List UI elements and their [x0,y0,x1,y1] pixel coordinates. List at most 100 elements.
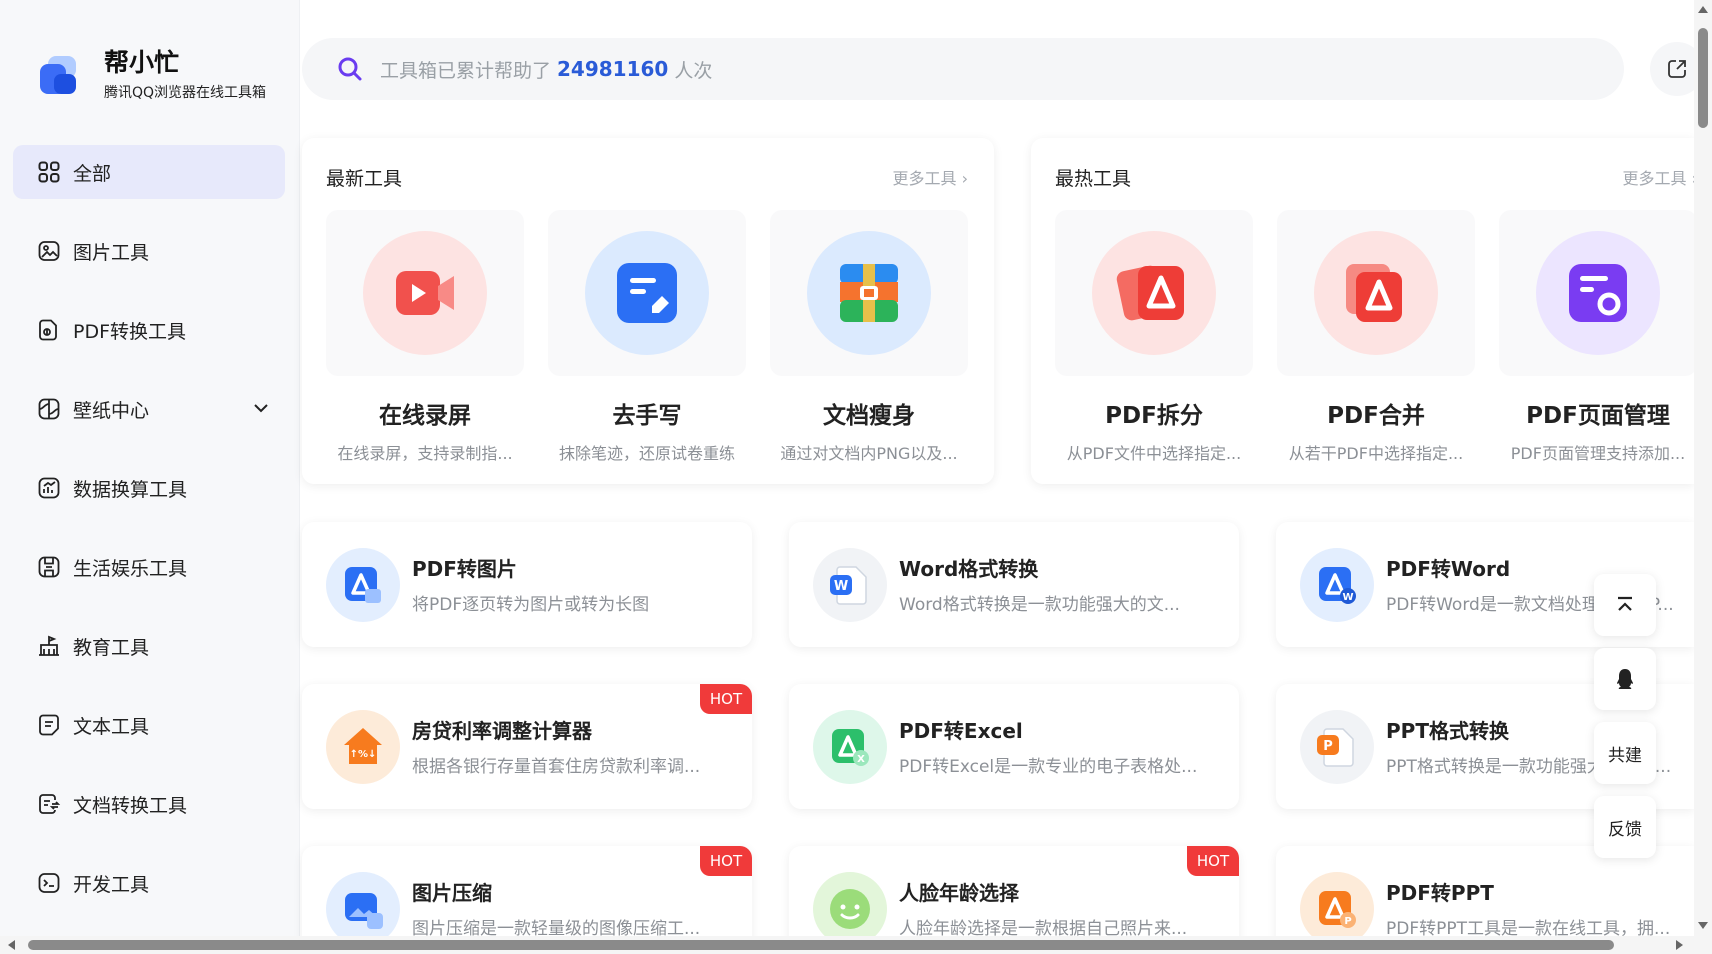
tool-name: Word格式转换 [899,557,1039,581]
screen-record-icon [363,231,487,355]
horizontal-scrollbar[interactable] [0,936,1712,954]
sidebar-item-education[interactable]: 教育工具 [13,619,285,673]
tool-name: PPT格式转换 [1386,719,1509,743]
game-icon [37,555,61,579]
chart-icon [37,476,61,500]
sidebar-item-pdf-tools[interactable]: PDF转换工具 [13,303,285,357]
scroll-up-arrow-icon[interactable] [1698,6,1708,13]
scroll-right-arrow-icon[interactable] [1676,940,1683,950]
terminal-icon [37,871,61,895]
sidebar-item-label: 图片工具 [73,241,150,264]
usage-count: 24981160 [557,57,669,81]
image-icon [37,239,61,263]
sidebar-item-label: 壁纸中心 [73,399,150,422]
feature-tool-desc: PDF页面管理支持添加... [1510,444,1686,463]
sidebar-item-doc-conversion[interactable]: 文档转换工具 [13,777,285,831]
feature-tool-card[interactable]: 在线录屏 在线录屏，支持录制指... [316,210,534,464]
tool-desc: 根据各银行存量首套住房贷款利率调... [412,757,701,777]
feature-tool-name: 去手写 [612,403,682,429]
feature-tool-name: PDF拆分 [1105,403,1203,429]
word-icon: W [813,548,887,622]
feature-tool-name: PDF合并 [1327,403,1425,429]
back-to-top-button[interactable] [1594,574,1656,636]
tool-card[interactable]: HOT ↑%↓ 房贷利率调整计算器 根据各银行存量首套住房贷款利率调... [302,684,752,809]
tool-name: 人脸年龄选择 [899,881,1019,905]
svg-text:P: P [1344,916,1351,927]
tool-name: PDF转Excel [899,719,1023,743]
pdf-to-word-icon: W [1300,548,1374,622]
tool-name: PDF转PPT [1386,881,1494,905]
qq-contact-button[interactable] [1594,648,1656,710]
svg-text:↑%↓: ↑%↓ [350,749,377,760]
pdf-page-manage-icon [1536,231,1660,355]
erase-handwriting-icon [585,231,709,355]
search-prefix: 工具箱已累计帮助了 [380,59,552,82]
tool-desc: 将PDF逐页转为图片或转为长图 [412,595,650,615]
sidebar-item-wallpaper[interactable]: 壁纸中心 [13,382,285,436]
scroll-down-arrow-icon[interactable] [1698,922,1708,929]
hottest-tools-panel: 最热工具 更多工具 › PDF拆分 从PDF文件中选择指定... PDF合并 从… [1031,138,1694,484]
feature-tool-card[interactable]: PDF拆分 从PDF文件中选择指定... [1045,210,1263,464]
pdf-to-ppt-icon: P [1300,872,1374,946]
tool-name: 图片压缩 [412,881,492,905]
feature-tool-desc: 从若干PDF中选择指定... [1288,444,1464,463]
tool-card[interactable]: W Word格式转换 Word格式转换是一款功能强大的文... [789,522,1239,647]
feature-tool-desc: 通过对文档内PNG以及... [780,444,958,463]
cobuild-button[interactable]: 共建 [1594,722,1656,784]
sidebar-nav: 全部 图片工具 PDF转换工具 壁纸中心 数据换算工具 生活娱乐工具 教育工具 … [13,145,285,935]
hottest-tools-title: 最热工具 [1055,168,1132,190]
hottest-more-link[interactable]: 更多工具 › [1622,165,1694,189]
hot-badge: HOT [700,846,752,876]
sidebar-item-label: PDF转换工具 [73,320,187,343]
sidebar-item-life-entertainment[interactable]: 生活娱乐工具 [13,540,285,594]
search-icon [338,57,362,81]
tool-name: 房贷利率调整计算器 [412,719,592,743]
feature-tool-card[interactable]: 去手写 抹除笔迹，还原试卷重练 [538,210,756,464]
sidebar-item-label: 文本工具 [73,715,150,738]
horizontal-scroll-thumb[interactable] [28,940,1614,950]
scroll-left-arrow-icon[interactable] [8,940,15,950]
wallpaper-icon [37,397,61,421]
sidebar-item-label: 全部 [73,162,112,185]
chevron-down-icon[interactable] [251,398,271,418]
face-age-icon [813,872,887,946]
feedback-button[interactable]: 反馈 [1594,796,1656,858]
sidebar-item-label: 生活娱乐工具 [73,557,188,580]
doc-convert-icon [37,792,61,816]
pdf-merge-icon [1314,231,1438,355]
sidebar-item-label: 教育工具 [73,636,150,659]
latest-tools-title: 最新工具 [326,168,403,190]
sidebar-item-label: 数据换算工具 [73,478,188,501]
brand-logo-icon [38,52,78,98]
svg-text:P: P [1323,739,1333,754]
hot-badge: HOT [700,684,752,714]
brand-title: 帮小忙 [104,48,180,77]
back-to-top-icon [1618,596,1632,611]
sidebar-item-label: 开发工具 [73,873,150,896]
pdf-to-excel-icon: X [813,710,887,784]
feature-tool-card[interactable]: PDF合并 从若干PDF中选择指定... [1267,210,1485,464]
brand-subtitle: 腾讯QQ浏览器在线工具箱 [104,85,267,101]
sidebar: 帮小忙 腾讯QQ浏览器在线工具箱 全部 图片工具 PDF转换工具 壁纸中心 数据… [0,0,300,954]
search-suffix: 人次 [674,59,713,82]
vertical-scroll-thumb[interactable] [1698,28,1708,128]
sidebar-item-all[interactable]: 全部 [13,145,285,199]
sidebar-item-text-tools[interactable]: 文本工具 [13,698,285,752]
pdf-split-icon [1092,231,1216,355]
pdf-to-image-icon [326,548,400,622]
feature-tool-card[interactable]: 文档瘦身 通过对文档内PNG以及... [760,210,978,464]
search-bar[interactable]: 工具箱已累计帮助了 24981160 人次 [302,38,1624,100]
feature-tool-name: 文档瘦身 [823,403,915,429]
brand[interactable]: 帮小忙 腾讯QQ浏览器在线工具箱 [38,48,266,102]
feature-tool-name: 在线录屏 [379,403,471,429]
sidebar-item-data-conversion[interactable]: 数据换算工具 [13,461,285,515]
sidebar-item-dev-tools[interactable]: 开发工具 [13,856,285,910]
pdf-file-icon [37,318,61,342]
tool-card[interactable]: X PDF转Excel PDF转Excel是一款专业的电子表格处... [789,684,1239,809]
latest-more-link[interactable]: 更多工具 › [892,165,968,189]
hot-badge: HOT [1187,846,1239,876]
sidebar-item-image-tools[interactable]: 图片工具 [13,224,285,278]
feature-tool-card[interactable]: PDF页面管理 PDF页面管理支持添加... [1489,210,1694,464]
vertical-scrollbar[interactable] [1694,0,1712,938]
tool-card[interactable]: PDF转图片 将PDF逐页转为图片或转为长图 [302,522,752,647]
